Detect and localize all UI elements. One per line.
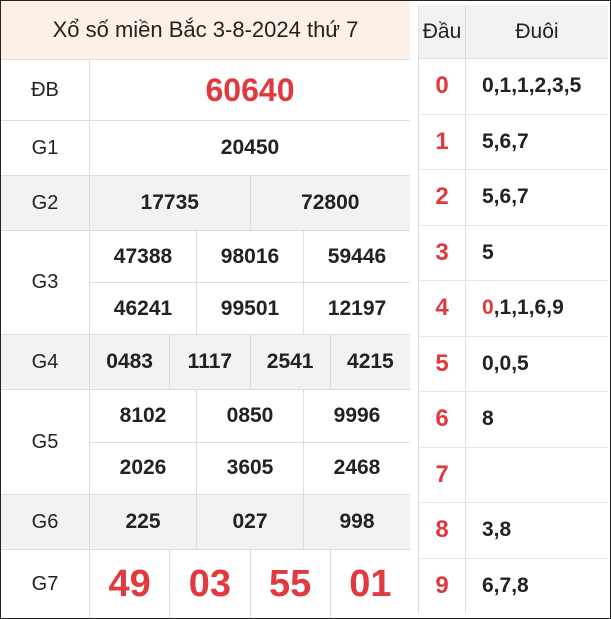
prize-number: 4215	[329, 335, 410, 389]
prize-label: G5	[1, 390, 90, 494]
prize-label: G4	[1, 335, 90, 389]
loto-row: 4 0,1,1,6,9	[419, 281, 608, 337]
prize-row-g1: G1 20450	[1, 121, 410, 176]
loto-tail-text: 0,1,1,2,3,5	[482, 74, 582, 98]
prize-number: 027	[196, 495, 303, 549]
prize-number: 55	[249, 550, 330, 618]
loto-tail-digits: 3,8	[466, 503, 608, 558]
prize-number: 17735	[140, 191, 199, 214]
prize-number: 59446	[303, 231, 410, 282]
loto-head-digit: 3	[419, 225, 466, 280]
loto-tail-digits: 8	[466, 392, 608, 447]
prize-number: 49	[108, 562, 151, 605]
loto-head-digit: 0	[419, 59, 466, 114]
loto-tail-text: 5	[482, 240, 494, 264]
prize-number: 0483	[106, 350, 153, 373]
prize-number: 98016	[196, 231, 303, 282]
prize-label: G1	[1, 121, 90, 175]
prize-label: G3	[1, 231, 90, 334]
loto-row: 5 0,0,5	[419, 336, 608, 392]
loto-row: 7	[419, 447, 608, 503]
loto-row: 9 6,7,8	[419, 558, 608, 614]
loto-head-digit: 8	[419, 503, 466, 558]
loto-row: 0 0,1,1,2,3,5	[419, 59, 608, 115]
loto-tail-digits: 0,1,1,2,3,5	[466, 59, 608, 114]
loto-tail-text: 5,6,7	[482, 185, 529, 209]
loto-row: 8 3,8	[419, 503, 608, 559]
loto-head-digit: 5	[419, 336, 466, 391]
prize-number: 1117	[169, 335, 249, 389]
prize-row-g4: G4 0483 1117 2541 4215	[1, 335, 410, 390]
loto-tail-text: 8	[482, 407, 494, 431]
prize-number: 20450	[220, 136, 280, 159]
prize-label: G2	[1, 176, 90, 230]
prize-number: 3605	[196, 442, 303, 494]
prize-label: G6	[1, 495, 90, 549]
prize-row-g7: G7 49 03 55 01	[1, 550, 410, 618]
prize-number: 47388	[113, 244, 173, 268]
prize-number: 12197	[303, 283, 410, 334]
prize-row-g6: G6 225 027 998	[1, 495, 410, 550]
loto-tail-highlight: 0	[482, 296, 494, 320]
loto-head-digit: 4	[419, 281, 466, 336]
loto-head-digit: 2	[419, 170, 466, 225]
loto-tail-text: 6,7,8	[482, 573, 529, 597]
loto-header: Đầu Đuôi	[419, 5, 608, 59]
prize-label: ĐB	[1, 60, 90, 120]
prize-row-g3: G3 47388 98016 59446 46241 99501 12197	[1, 231, 410, 335]
prize-number: 2541	[249, 335, 330, 389]
tail-column-label: Đuôi	[515, 19, 559, 43]
loto-tail-digits: 0,1,1,6,9	[466, 281, 608, 336]
prize-row-g5: G5 8102 0850 9996 2026 3605 2468	[1, 390, 410, 495]
loto-row: 1 5,6,7	[419, 114, 608, 170]
prize-number: 2468	[303, 442, 410, 494]
loto-tail-digits: 5,6,7	[466, 115, 608, 170]
prize-number: 03	[169, 550, 249, 618]
prize-number: 0850	[196, 390, 303, 442]
prize-number: 99501	[196, 283, 303, 334]
loto-tail-digits: 6,7,8	[466, 559, 608, 614]
results-table: Xổ số miền Bắc 3-8-2024 thứ 7 ĐB 60640 G…	[1, 1, 410, 618]
special-prize-number: 60640	[205, 71, 295, 108]
head-column-label: Đầu	[419, 5, 466, 58]
page-title: Xổ số miền Bắc 3-8-2024 thứ 7	[1, 1, 410, 60]
loto-tail-text: 3,8	[482, 518, 512, 542]
loto-tail-digits: 5,6,7	[466, 170, 608, 225]
prize-number: 9996	[303, 390, 410, 442]
prize-number: 46241	[113, 296, 173, 320]
prize-row-g2: G2 17735 72800	[1, 176, 410, 231]
loto-tail-digits	[466, 448, 608, 503]
loto-head-digit: 9	[419, 558, 466, 613]
prize-label: G7	[1, 550, 90, 618]
loto-table: Đầu Đuôi 0 0,1,1,2,3,5 1 5,6,7 2 5,6,7 35 4…	[418, 5, 608, 613]
loto-head-digit: 1	[419, 114, 466, 169]
loto-tail-digits: 5	[466, 226, 608, 281]
prize-number: 01	[329, 550, 410, 618]
prize-number: 225	[125, 510, 161, 533]
prize-number: 8102	[119, 403, 167, 427]
prize-row-db: ĐB 60640	[1, 60, 410, 121]
loto-tail-text: 5,6,7	[482, 129, 529, 153]
loto-head-digit: 7	[419, 447, 466, 502]
loto-tail-text: ,1,1,6,9	[493, 296, 564, 320]
loto-tail-text: 0,0,5	[482, 351, 529, 375]
prize-number: 998	[303, 495, 410, 549]
loto-row: 35	[419, 225, 608, 281]
loto-tail-digits: 0,0,5	[466, 337, 608, 392]
loto-row: 2 5,6,7	[419, 170, 608, 226]
prize-number: 72800	[249, 176, 411, 230]
loto-row: 68	[419, 392, 608, 448]
prize-number: 2026	[119, 456, 167, 480]
loto-head-digit: 6	[419, 392, 466, 447]
